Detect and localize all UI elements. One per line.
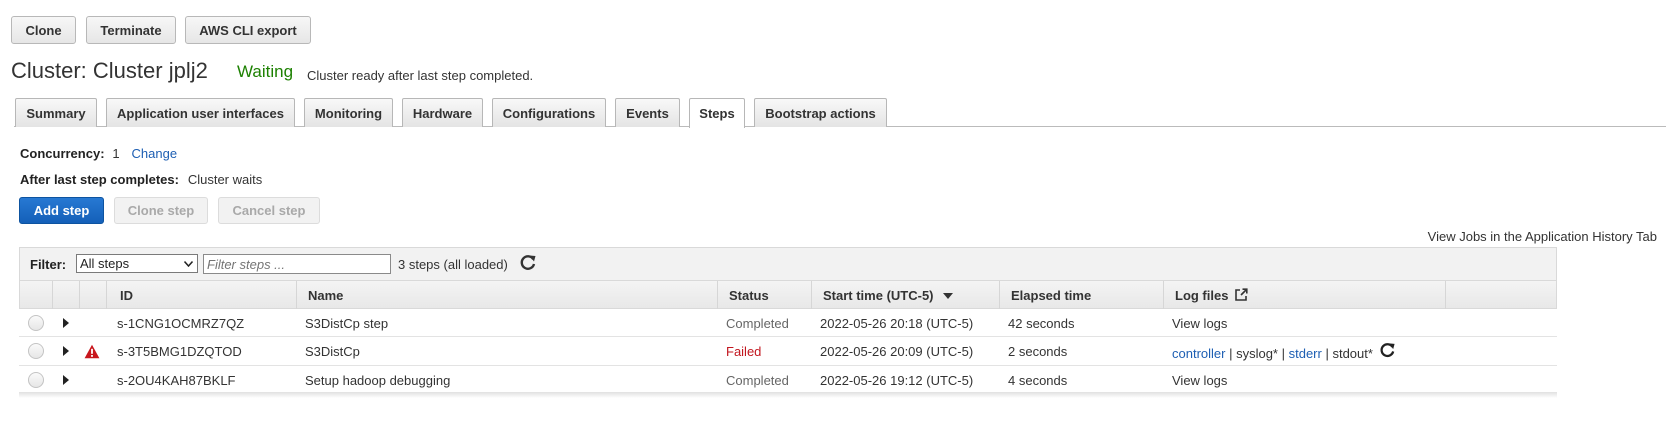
column-status[interactable]: Status [717,281,811,309]
log-separator: | [1321,345,1333,361]
column-log-files-label: Log files [1175,287,1229,303]
step-name: S3DistCp step [305,315,389,331]
log-separator: | [1225,345,1237,361]
row-select-radio[interactable] [28,372,44,388]
row-select-radio[interactable] [28,343,44,359]
clone-button[interactable]: Clone [11,16,76,44]
tab-configurations[interactable]: Configurations [492,98,606,127]
refresh-logs-icon[interactable] [1379,342,1396,359]
log-separator: | [1278,345,1289,361]
sort-descending-icon [942,293,953,299]
column-id[interactable]: ID [106,281,296,309]
step-name: Setup hadoop debugging [305,372,451,388]
tab-summary[interactable]: Summary [15,98,97,127]
concurrency-row: Concurrency: 1 Change [20,145,177,161]
step-name: S3DistCp [305,343,360,359]
add-step-button[interactable]: Add step [19,197,104,224]
step-start-time: 2022-05-26 20:18 (UTC-5) [820,315,974,331]
column-name[interactable]: Name [296,281,717,309]
step-status: Completed [726,315,789,331]
after-last-step-row: After last step completes: Cluster waits [20,171,262,187]
step-elapsed-time: 42 seconds [1008,315,1075,331]
expand-row-icon[interactable] [63,346,69,356]
header-select-column [20,281,52,309]
filter-label: Filter: [30,257,67,272]
tab-steps[interactable]: Steps [689,98,745,128]
steps-count: 3 steps (all loaded) [398,257,508,272]
concurrency-label: Concurrency: [20,146,105,161]
cluster-state: Waiting [237,62,294,81]
view-logs-link[interactable]: View logs [1172,309,1227,337]
tab-hardware[interactable]: Hardware [402,98,483,127]
syslog-pending: syslog* [1236,345,1278,361]
header-trailing-column [1445,281,1557,309]
chevron-down-icon [184,261,193,267]
table-bottom-shadow [19,392,1557,398]
step-filter-select[interactable]: All steps [76,254,198,273]
terminate-button[interactable]: Terminate [86,16,176,44]
column-elapsed-time[interactable]: Elapsed time [999,281,1163,309]
stdout-pending: stdout* [1332,345,1373,361]
cancel-step-button[interactable]: Cancel step [218,197,320,224]
table-row[interactable]: s-1CNG1OCMRZ7QZ S3DistCp step Completed … [19,309,1557,337]
change-concurrency-link[interactable]: Change [132,146,178,161]
filter-bar: Filter: All steps 3 steps (all loaded) [19,247,1557,280]
step-id: s-2OU4KAH87BKLF [117,372,236,388]
step-elapsed-time: 4 seconds [1008,372,1068,388]
external-link-icon [1235,288,1249,301]
table-row[interactable]: s-3T5BMG1DZQTOD S3DistCp Failed 2022-05-… [19,337,1557,366]
header-warning-column [79,281,106,309]
step-id: s-1CNG1OCMRZ7QZ [117,315,245,331]
header-expand-column [52,281,79,309]
concurrency-value: 1 [112,146,120,161]
column-start-time-label: Start time (UTC-5) [823,287,934,303]
tab-bootstrap-actions[interactable]: Bootstrap actions [754,98,887,127]
tab-events[interactable]: Events [615,98,680,127]
column-log-files[interactable]: Log files [1163,281,1445,309]
after-last-step-value: Cluster waits [187,172,263,187]
log-files-cell: controller | syslog* | stderr | stdout* [1172,339,1396,367]
step-start-time: 2022-05-26 20:09 (UTC-5) [820,343,974,359]
page-title: Cluster: Cluster jplj2 [11,58,208,83]
expand-row-icon[interactable] [63,375,69,385]
table-row[interactable]: s-2OU4KAH87BKLF Setup hadoop debugging C… [19,366,1557,393]
controller-log-link[interactable]: controller [1172,346,1225,361]
expand-row-icon[interactable] [63,318,69,328]
tab-monitoring[interactable]: Monitoring [304,98,393,127]
step-elapsed-time: 2 seconds [1008,343,1068,359]
step-start-time: 2022-05-26 19:12 (UTC-5) [820,372,974,388]
cluster-state-message: Cluster ready after last step completed. [307,68,534,83]
warning-icon [84,344,100,358]
column-start-time[interactable]: Start time (UTC-5) [811,281,999,309]
filter-steps-input[interactable] [203,254,391,274]
step-status: Failed [726,343,762,359]
view-jobs-history-link[interactable]: View Jobs in the Application History Tab [1428,229,1657,244]
view-logs-link[interactable]: View logs [1172,366,1227,394]
tab-application-user-interfaces[interactable]: Application user interfaces [106,98,295,127]
stderr-log-link[interactable]: stderr [1289,346,1322,361]
refresh-icon[interactable] [519,254,537,272]
steps-table-header: ID Name Status Start time (UTC-5) Elapse… [19,280,1557,309]
clone-step-button[interactable]: Clone step [114,197,208,224]
row-select-radio[interactable] [28,315,44,331]
aws-cli-export-button[interactable]: AWS CLI export [185,16,311,44]
step-filter-select-value: All steps [80,256,130,271]
step-id: s-3T5BMG1DZQTOD [117,343,242,359]
step-status: Completed [726,372,789,388]
after-last-step-label: After last step completes: [20,172,179,187]
